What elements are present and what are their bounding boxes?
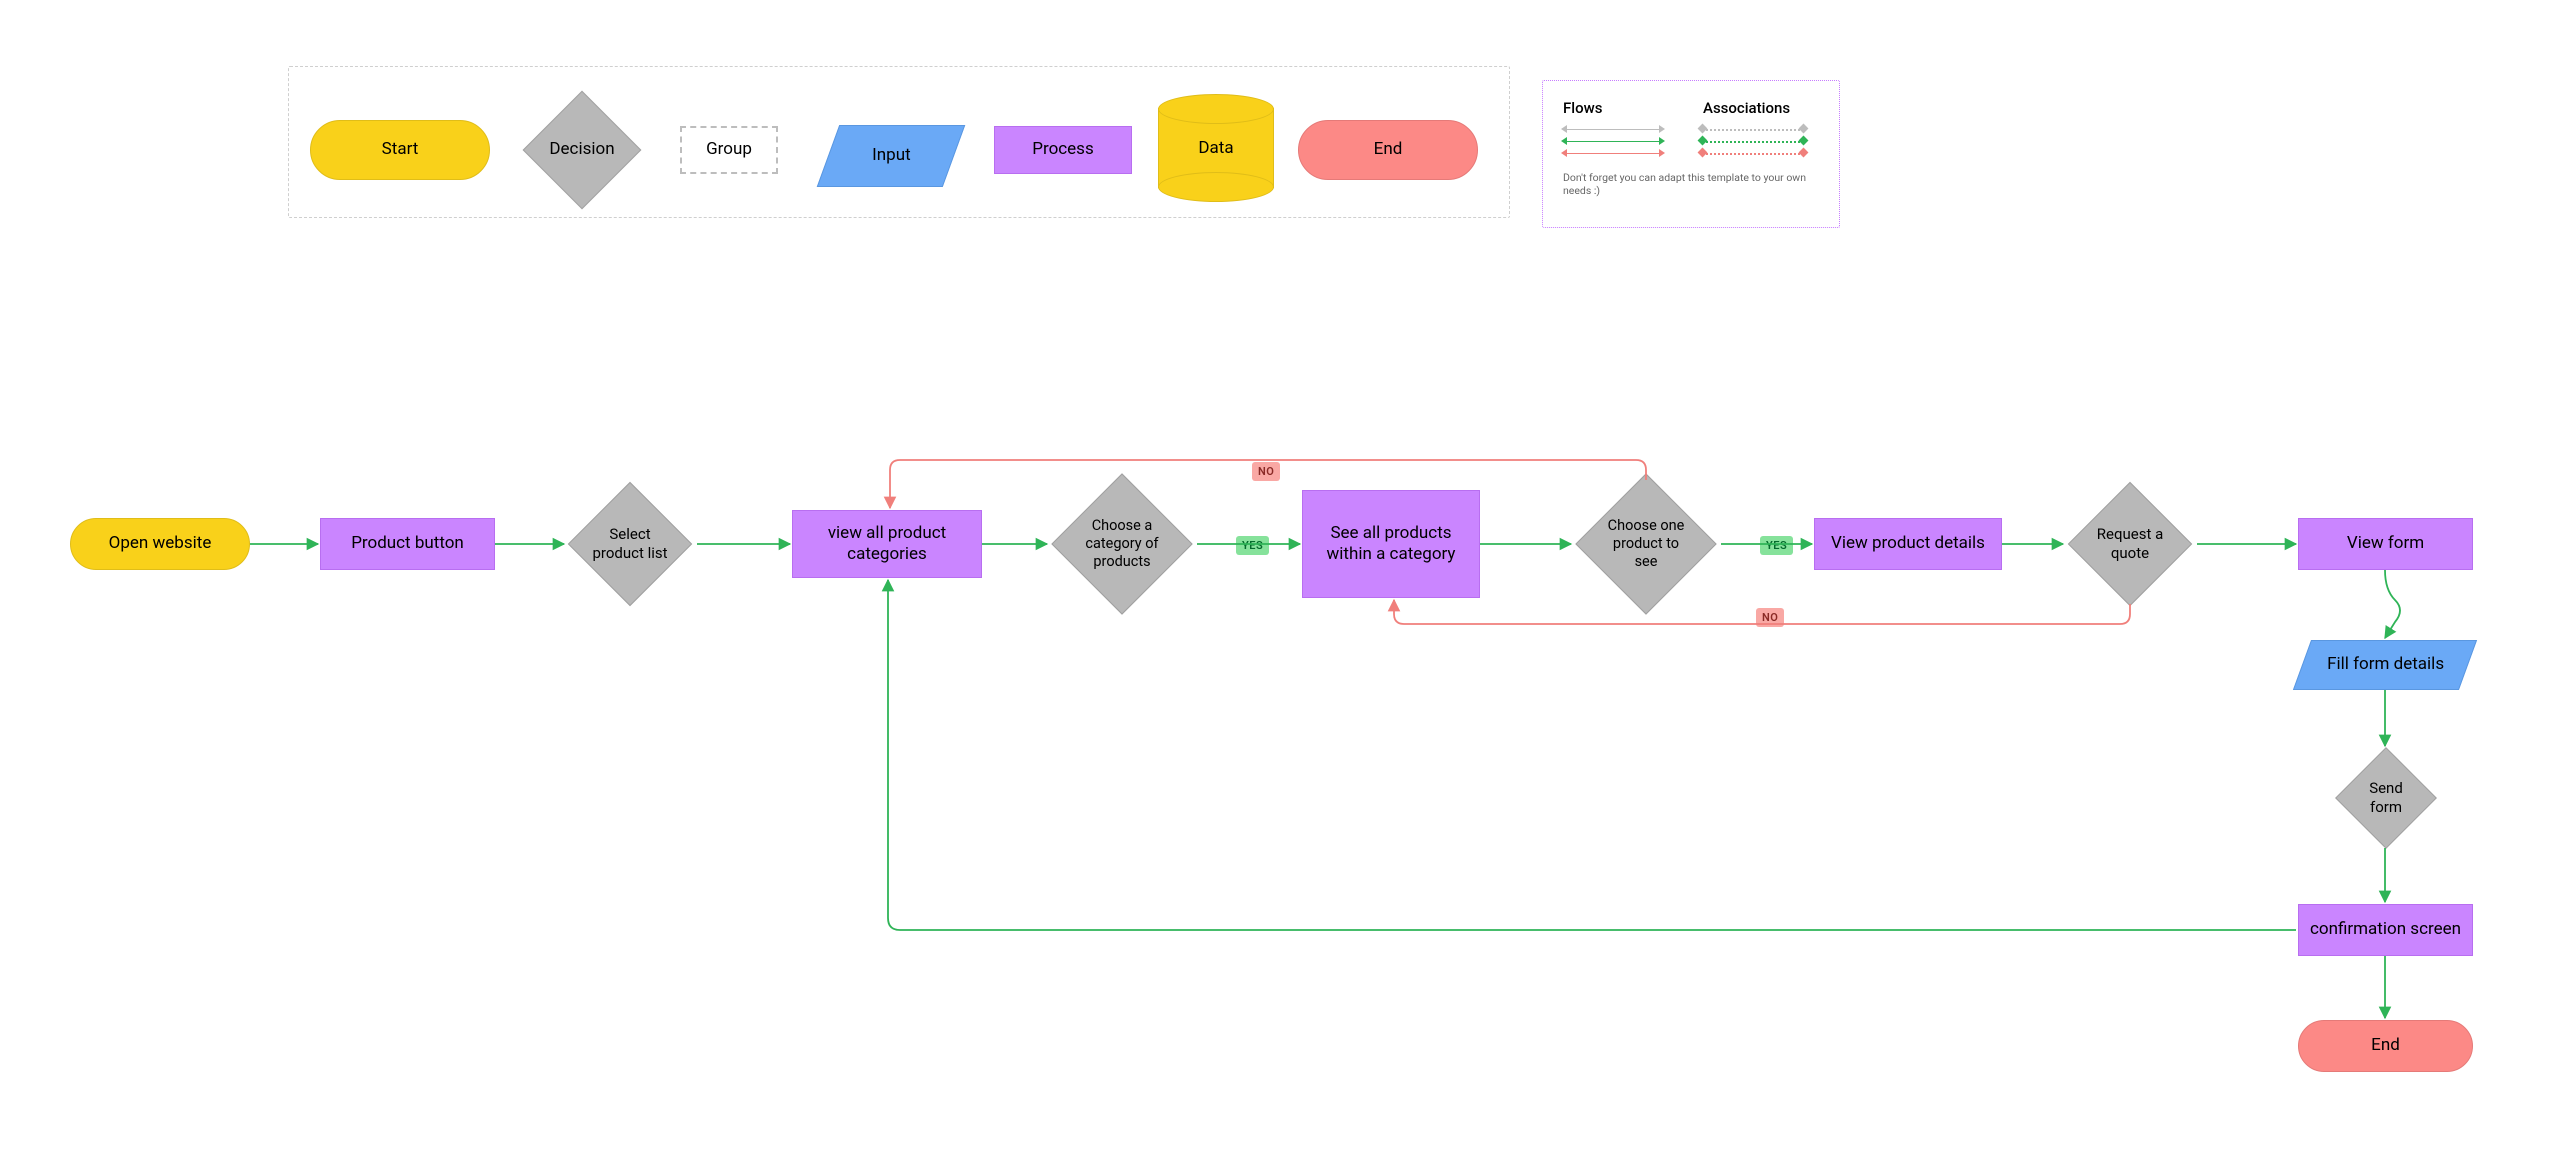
- legend-footnote: Don't forget you can adapt this template…: [1563, 171, 1819, 197]
- node-open-website: Open website: [70, 518, 250, 570]
- node-select-product-list: Select product list: [586, 500, 674, 588]
- diagram-canvas: Start Decision Group Input Process Data …: [0, 0, 2560, 1170]
- legend-data-shape: Data: [1158, 94, 1274, 202]
- legend-start-shape: Start: [310, 120, 490, 180]
- node-choose-one-product: Choose one product to see: [1596, 494, 1696, 594]
- node-choose-category: Choose a category of products: [1072, 494, 1172, 594]
- flows-title: Flows: [1563, 99, 1663, 117]
- node-fill-form-details: Fill form details: [2293, 640, 2477, 690]
- legend-decision-shape: Decision: [540, 108, 624, 192]
- associations-title: Associations: [1703, 99, 1803, 117]
- badge-yes-2: YES: [1760, 536, 1793, 555]
- node-request-a-quote: Request a quote: [2086, 500, 2174, 588]
- legend-input-shape: Input: [817, 125, 966, 187]
- node-end: End: [2298, 1020, 2473, 1072]
- node-see-all-products-in-category: See all products within a category: [1302, 490, 1480, 598]
- associations-column: Associations: [1703, 99, 1803, 153]
- legend-process-shape: Process: [994, 126, 1132, 174]
- node-send-form: Send form: [2350, 762, 2422, 834]
- legend-associations-box: Flows Associations: [1542, 80, 1840, 228]
- node-confirmation-screen: confirmation screen: [2298, 904, 2473, 956]
- flows-column: Flows: [1563, 99, 1663, 153]
- node-product-button: Product button: [320, 518, 495, 570]
- node-view-product-details: View product details: [1814, 518, 2002, 570]
- legend-end-shape: End: [1298, 120, 1478, 180]
- badge-no-1: NO: [1252, 462, 1280, 481]
- legend-group-shape: Group: [680, 126, 778, 174]
- node-view-all-categories: view all product categories: [792, 510, 982, 578]
- node-view-form: View form: [2298, 518, 2473, 570]
- badge-no-2: NO: [1756, 608, 1784, 627]
- badge-yes-1: YES: [1236, 536, 1269, 555]
